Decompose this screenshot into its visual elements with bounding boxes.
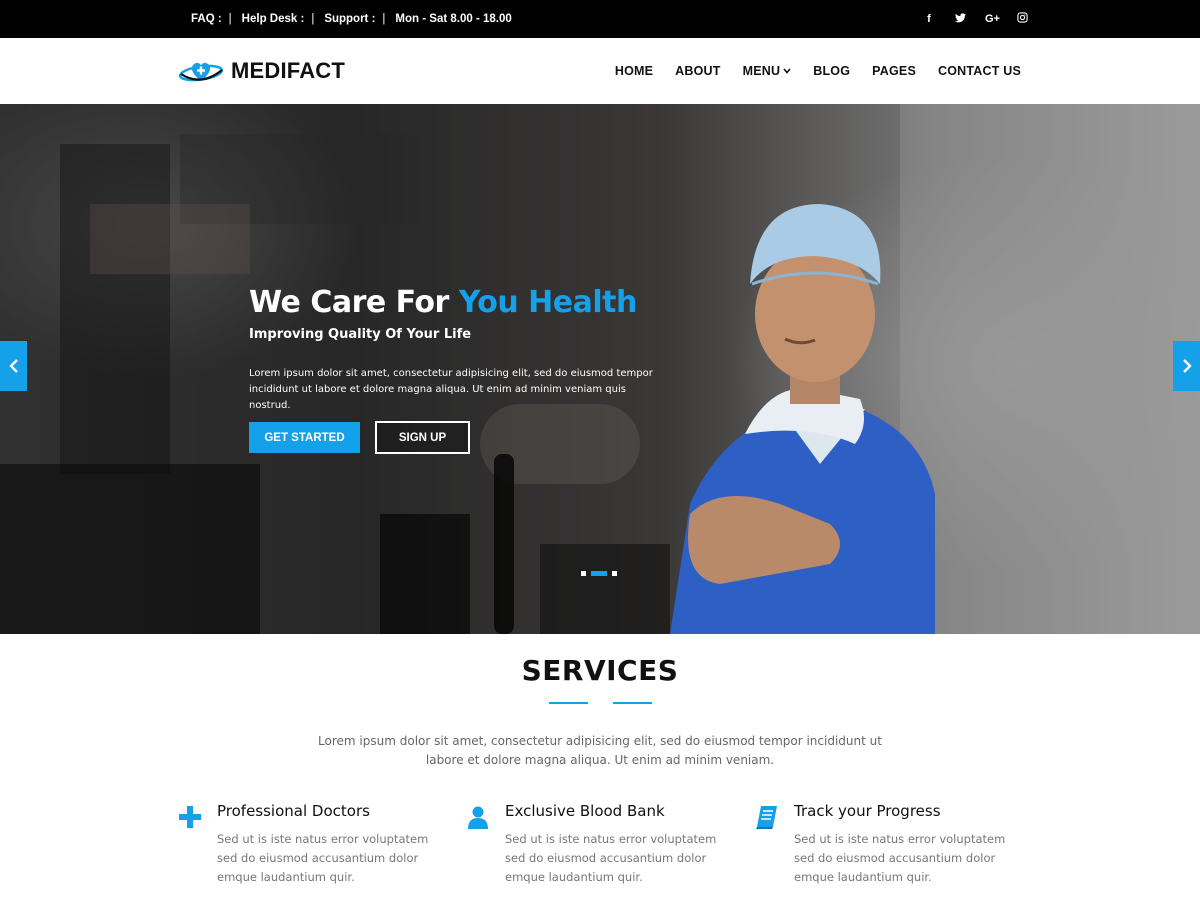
faq-link[interactable]: FAQ : [191,13,222,25]
get-started-button[interactable]: GET STARTED [249,422,360,453]
services-description: Lorem ipsum dolor sit amet, consectetur … [318,734,882,767]
social-links: f G+ [923,0,1028,38]
nav-about-label: ABOUT [675,64,721,78]
hero-subtitle: Improving Quality Of Your Life [249,327,472,342]
nav-home[interactable]: HOME [615,64,653,78]
opening-hours: Mon - Sat 8.00 - 18.00 [395,13,512,25]
services-title: SERVICES [521,654,679,687]
main-nav: HOME ABOUT MENU BLOG PAGES CONTACT US [615,38,1021,104]
slider-next-button[interactable] [1173,341,1200,391]
hero-description: Lorem ipsum dolor sit amet, consectetur … [249,368,653,411]
hero-title-accent: You Health [458,285,638,320]
google-plus-icon[interactable]: G+ [985,13,1000,25]
support-link[interactable]: Support : [324,13,375,25]
slider-dots [581,571,617,576]
slider-dot-active[interactable] [591,571,607,576]
hero-title: We Care For You Health [249,285,637,320]
help-desk-link[interactable]: Help Desk : [242,13,305,25]
nav-contact-label: CONTACT US [937,64,1021,78]
service-title[interactable]: Track your Progress [794,802,941,820]
service-title[interactable]: Professional Doctors [217,802,370,820]
title-divider [613,702,652,704]
twitter-icon[interactable] [954,12,966,26]
user-icon [468,806,488,829]
separator: | [228,13,232,25]
nav-menu[interactable]: MENU [743,64,792,78]
book-icon [756,806,777,829]
logo-icon [178,62,224,82]
service-text: Sed ut is iste natus error voluptatem se… [505,832,717,884]
slider-prev-button[interactable] [0,341,27,391]
service-text: Sed ut is iste natus error voluptatem se… [217,832,429,884]
nav-menu-label: MENU [742,64,781,78]
nav-contact[interactable]: CONTACT US [938,64,1021,78]
chevron-down-icon [783,68,791,74]
slider-dot[interactable] [581,571,586,576]
service-title[interactable]: Exclusive Blood Bank [505,802,665,820]
separator: | [311,13,315,25]
separator: | [382,13,386,25]
nav-pages[interactable]: PAGES [872,64,916,78]
facebook-icon[interactable]: f [923,13,935,25]
plus-icon [179,806,201,828]
doctor-image [670,204,935,634]
sign-up-button[interactable]: SIGN UP [375,421,470,454]
service-text: Sed ut is iste natus error voluptatem se… [794,832,1006,884]
nav-home-label: HOME [614,64,654,78]
chevron-right-icon [1182,359,1192,373]
chevron-left-icon [8,359,18,373]
nav-blog[interactable]: BLOG [813,64,850,78]
nav-pages-label: PAGES [872,64,916,78]
logo[interactable]: MEDIFACT [178,38,345,104]
site-header: MEDIFACT HOME ABOUT MENU BLOG PAGES CONT… [0,38,1200,104]
top-bar: FAQ : | Help Desk : | Support : | Mon - … [0,0,1200,38]
nav-blog-label: BLOG [813,64,851,78]
title-divider [549,702,588,704]
slider-dot[interactable] [612,571,617,576]
logo-text: MEDIFACT [231,58,346,83]
instagram-icon[interactable] [1016,12,1028,26]
hero-slider: We Care For You Health Improving Quality… [0,104,1200,634]
nav-about[interactable]: ABOUT [675,64,720,78]
hero-title-main: We Care For [249,285,459,320]
top-bar-info: FAQ : | Help Desk : | Support : | Mon - … [191,0,512,38]
